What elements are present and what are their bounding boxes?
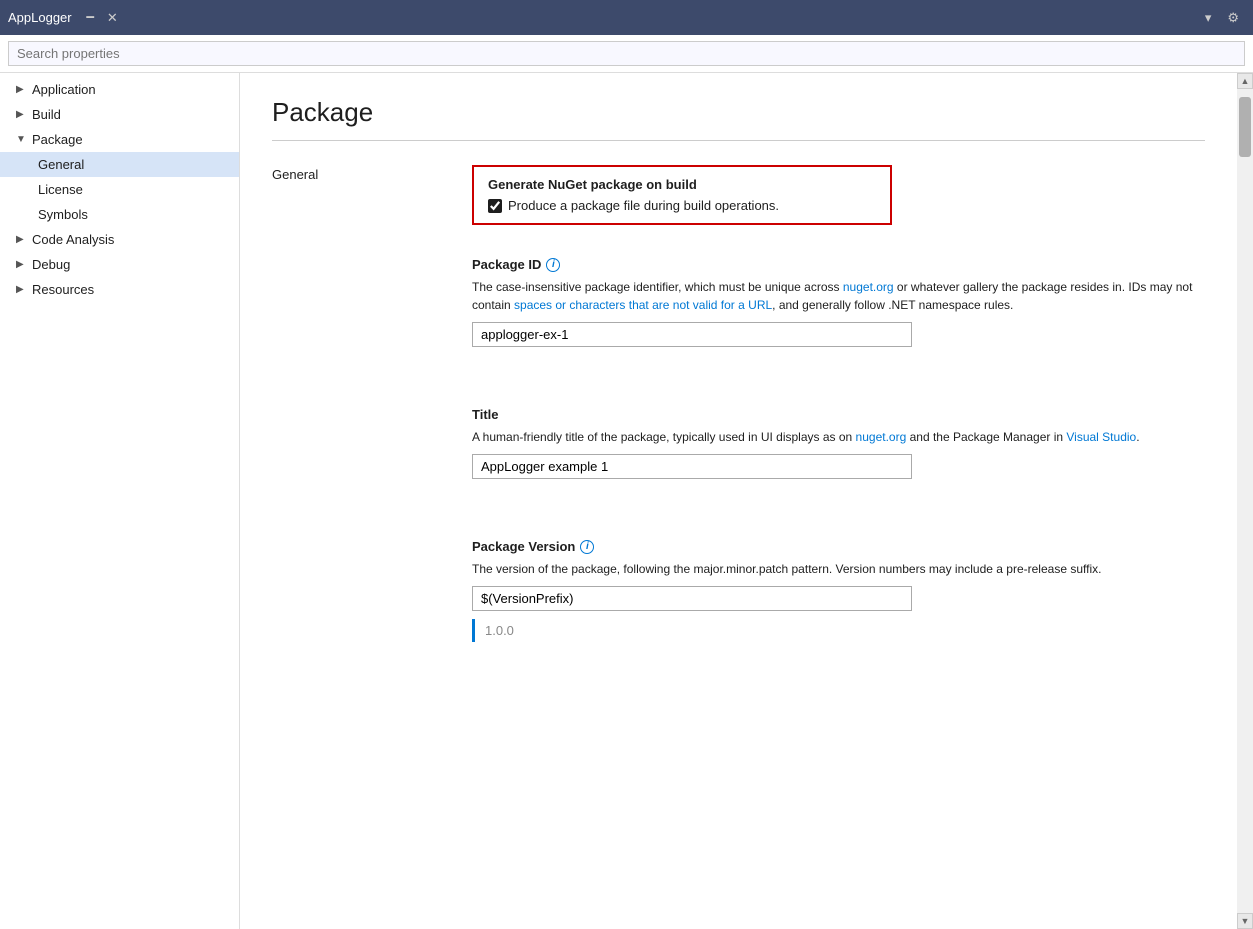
title-input[interactable] — [472, 454, 912, 479]
sidebar-item-general[interactable]: General — [0, 152, 239, 177]
title-section: Title A human-friendly title of the pack… — [272, 407, 1205, 507]
nuget-box-title: Generate NuGet package on build — [488, 177, 876, 192]
general-section: General Generate NuGet package on build … — [272, 165, 1205, 225]
search-input[interactable] — [8, 41, 1245, 66]
sidebar-item-label: Application — [32, 82, 96, 97]
chevron-right-icon: ▶ — [16, 109, 26, 120]
sidebar-item-label: Build — [32, 107, 61, 122]
sidebar-item-package[interactable]: ▼ Package — [0, 127, 239, 152]
package-id-content: Package ID i The case-insensitive packag… — [472, 257, 1205, 375]
scroll-down-button[interactable]: ▼ — [1237, 913, 1253, 929]
dropdown-icon: ▾ — [1205, 10, 1212, 26]
chevron-right-icon: ▶ — [16, 259, 26, 270]
chevron-right-icon: ▶ — [16, 234, 26, 245]
sidebar-item-label: Debug — [32, 257, 70, 272]
scrollbar: ▲ ▼ — [1237, 73, 1253, 929]
package-version-info-icon[interactable]: i — [580, 540, 594, 554]
main-layout: ▶ Application ▶ Build ▼ Package General … — [0, 73, 1253, 929]
package-version-content: Package Version i The version of the pac… — [472, 539, 1205, 670]
sidebar-item-label: License — [38, 182, 83, 197]
scroll-up-button[interactable]: ▲ — [1237, 73, 1253, 89]
scrollbar-track[interactable] — [1237, 89, 1253, 913]
title-desc-link1[interactable]: nuget.org — [856, 430, 907, 444]
package-id-desc: The case-insensitive package identifier,… — [472, 278, 1205, 314]
package-version-label: Package Version — [472, 539, 575, 554]
package-id-label: Package ID — [472, 257, 541, 272]
dropdown-button[interactable]: ▾ — [1199, 8, 1218, 28]
sidebar-item-license[interactable]: License — [0, 177, 239, 202]
package-id-section: Package ID i The case-insensitive packag… — [272, 257, 1205, 375]
title-desc-text1: A human-friendly title of the package, t… — [472, 430, 856, 444]
package-id-desc-link1[interactable]: nuget.org — [843, 280, 894, 294]
sidebar-item-debug[interactable]: ▶ Debug — [0, 252, 239, 277]
package-version-desc-text: The version of the package, following th… — [472, 562, 1101, 576]
nuget-box: Generate NuGet package on build Produce … — [472, 165, 892, 225]
package-version-title: Package Version i — [472, 539, 1205, 554]
pin-icon: 🗕 — [86, 7, 95, 29]
settings-icon: ⚙ — [1227, 10, 1239, 26]
package-id-desc-link2[interactable]: spaces or characters that are not valid … — [514, 298, 772, 312]
scrollbar-thumb[interactable] — [1239, 97, 1251, 157]
sidebar: ▶ Application ▶ Build ▼ Package General … — [0, 73, 240, 929]
sidebar-item-label: General — [38, 157, 84, 172]
sidebar-item-build[interactable]: ▶ Build — [0, 102, 239, 127]
chevron-down-icon: ▼ — [16, 134, 26, 145]
content-area: Package General Generate NuGet package o… — [240, 73, 1237, 929]
sidebar-item-label: Code Analysis — [32, 232, 114, 247]
section-label-empty2 — [272, 407, 432, 507]
package-id-input[interactable] — [472, 322, 912, 347]
nuget-checkbox-row: Produce a package file during build oper… — [488, 198, 876, 213]
version-hint: 1.0.0 — [472, 619, 1205, 642]
chevron-right-icon: ▶ — [16, 84, 26, 95]
nuget-checkbox-label: Produce a package file during build oper… — [508, 198, 779, 213]
search-bar — [0, 35, 1253, 73]
package-id-info-icon[interactable]: i — [546, 258, 560, 272]
package-id-desc-text3: , and generally follow .NET namespace ru… — [772, 298, 1013, 312]
page-title: Package — [272, 97, 1205, 128]
sidebar-item-label: Resources — [32, 282, 94, 297]
title-desc-text2: and the Package Manager in — [906, 430, 1066, 444]
section-label-general: General — [272, 165, 432, 225]
package-id-desc-text1: The case-insensitive package identifier,… — [472, 280, 843, 294]
section-label-empty3 — [272, 539, 432, 670]
title-field: Title A human-friendly title of the pack… — [472, 407, 1205, 479]
close-icon: ✕ — [107, 10, 118, 26]
title-bar: AppLogger 🗕 ✕ ▾ ⚙ — [0, 0, 1253, 35]
title-label: Title — [472, 407, 1205, 422]
general-section-content: Generate NuGet package on build Produce … — [472, 165, 1205, 225]
package-version-desc: The version of the package, following th… — [472, 560, 1205, 578]
title-desc-link2[interactable]: Visual Studio — [1066, 430, 1136, 444]
close-tab-button[interactable]: ✕ — [101, 8, 124, 28]
sidebar-item-label: Package — [32, 132, 83, 147]
title-label-text: Title — [472, 407, 499, 422]
title-desc-text3: . — [1136, 430, 1139, 444]
sidebar-item-label: Symbols — [38, 207, 88, 222]
title-desc: A human-friendly title of the package, t… — [472, 428, 1205, 446]
pin-button[interactable]: 🗕 — [80, 5, 101, 31]
sidebar-item-application[interactable]: ▶ Application — [0, 77, 239, 102]
section-label-empty — [272, 257, 432, 375]
package-version-input[interactable] — [472, 586, 912, 611]
title-content: Title A human-friendly title of the pack… — [472, 407, 1205, 507]
sidebar-item-symbols[interactable]: Symbols — [0, 202, 239, 227]
settings-button[interactable]: ⚙ — [1221, 8, 1245, 28]
package-version-section: Package Version i The version of the pac… — [272, 539, 1205, 670]
package-id-title: Package ID i — [472, 257, 1205, 272]
package-version-field: Package Version i The version of the pac… — [472, 539, 1205, 642]
nuget-checkbox[interactable] — [488, 199, 502, 213]
package-id-field: Package ID i The case-insensitive packag… — [472, 257, 1205, 347]
chevron-right-icon: ▶ — [16, 284, 26, 295]
sidebar-item-resources[interactable]: ▶ Resources — [0, 277, 239, 302]
sidebar-item-code-analysis[interactable]: ▶ Code Analysis — [0, 227, 239, 252]
section-divider — [272, 140, 1205, 141]
title-bar-title: AppLogger — [8, 10, 72, 25]
